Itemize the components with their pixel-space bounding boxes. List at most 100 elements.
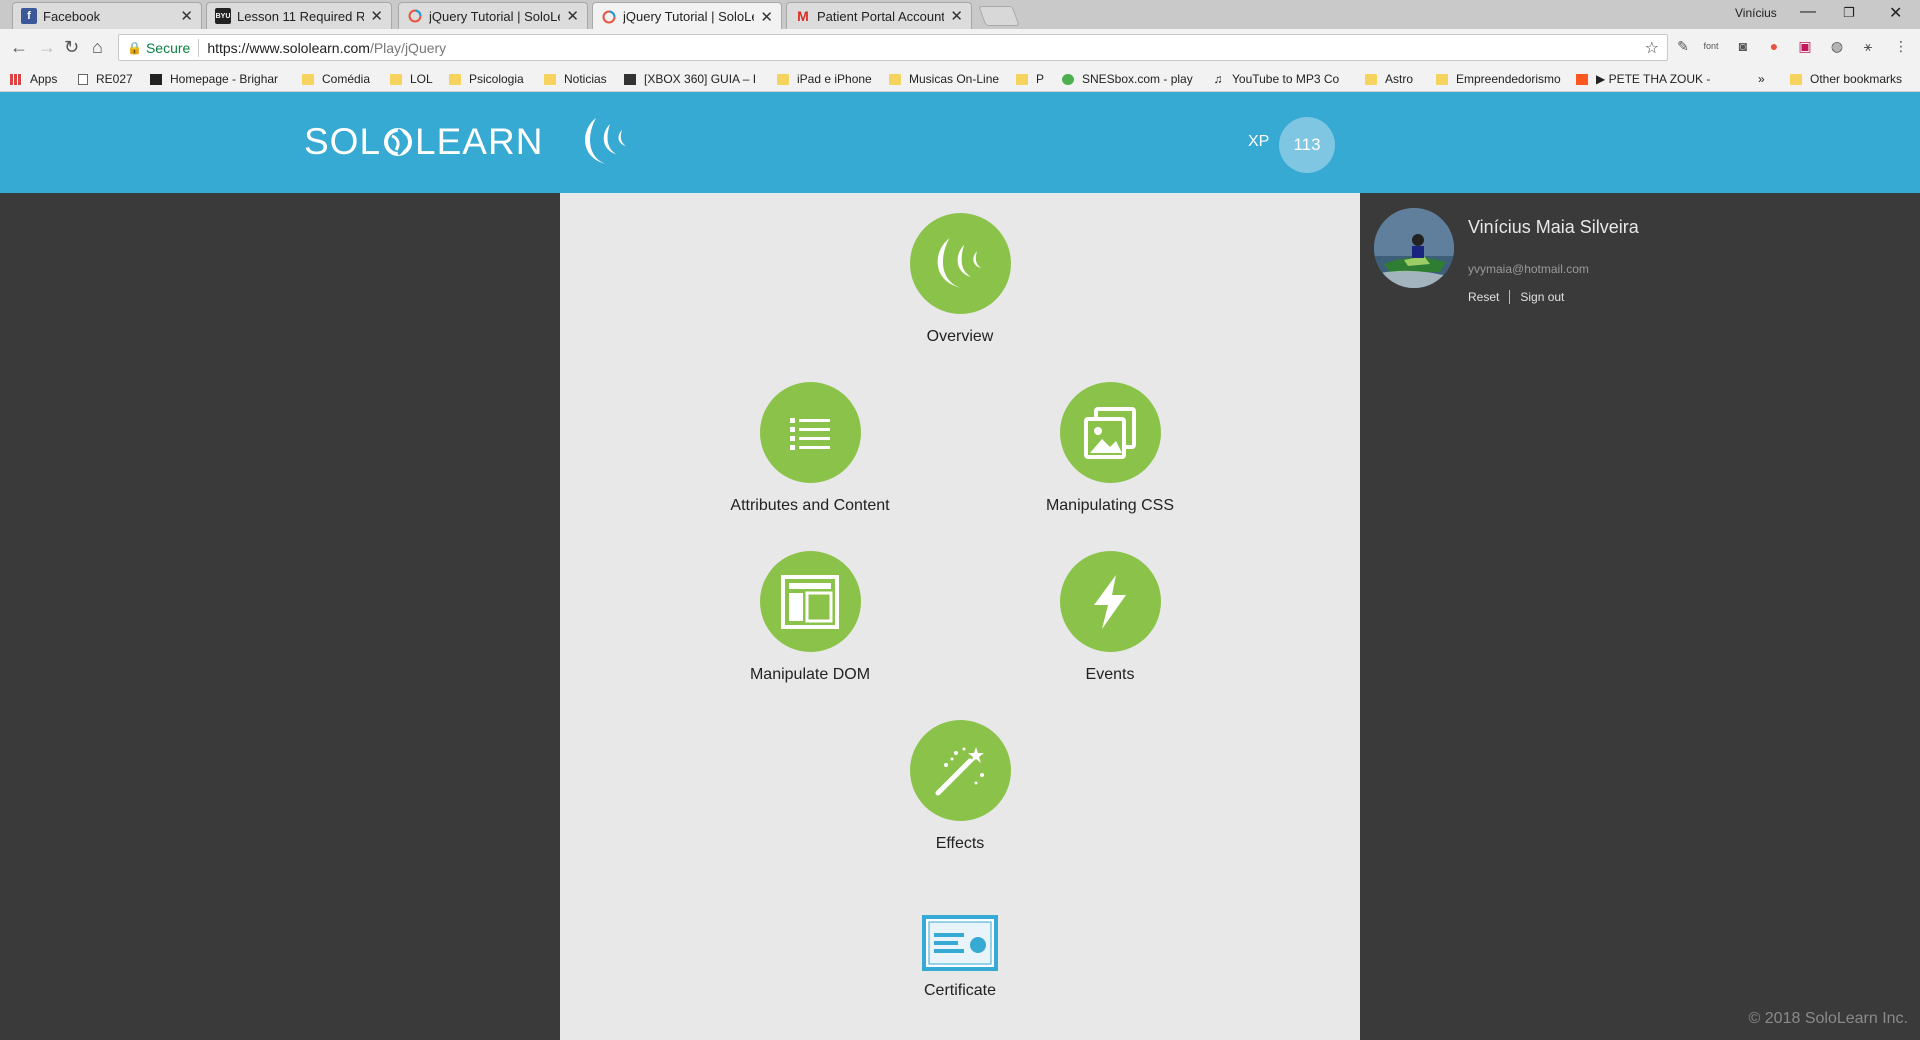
bookmark-folder[interactable]: LOL [390,72,433,86]
bookmark-item[interactable]: [XBOX 360] GUIA – I [624,72,756,86]
sololearn-icon [407,8,423,24]
bookmark-folder[interactable]: Psicologia [449,72,524,86]
bookmark-other[interactable]: Other bookmarks [1790,72,1902,86]
certificate-label: Certificate [923,982,997,999]
back-arrow-icon[interactable]: ← [10,37,28,58]
sololearn-icon [601,9,617,25]
module-icon-circle [1059,382,1161,483]
window-close-icon[interactable]: ✕ [1889,3,1902,23]
module-label: Effects [935,835,985,852]
profile-email: yvymaia@hotmail.com [1468,262,1589,276]
module-icon-circle [759,551,861,652]
module-label: Events [1085,666,1135,683]
address-bar[interactable]: 🔒 Secure https://www.sololearn.com/Play/… [118,34,1668,61]
minimize-icon[interactable]: — [1800,3,1816,21]
profile-name: Vinícius Maia Silveira [1468,217,1639,237]
folder-icon [302,73,314,85]
browser-tab-lesson[interactable]: BYU Lesson 11 Required Read ✕ [206,2,392,29]
bookmark-item[interactable]: ♫ YouTube to MP3 Co [1212,71,1340,86]
new-tab-button[interactable] [978,6,1020,26]
facebook-icon: f [21,8,37,24]
jquery-swirl-icon [937,237,982,287]
browser-tab-jquery-1[interactable]: jQuery Tutorial | SoloLear ✕ [398,2,588,29]
bookmark-star-icon[interactable]: ☆ [1645,38,1659,58]
restore-icon[interactable]: ❐ [1843,5,1855,21]
close-icon[interactable]: ✕ [566,7,579,25]
pocket-extension-icon[interactable]: ▣ [1796,38,1814,56]
xp-label: XP [1248,133,1270,150]
bookmark-folder[interactable]: iPad e iPhone [777,72,872,86]
sign-out-link[interactable]: Sign out [1520,290,1564,304]
close-icon[interactable]: ✕ [180,7,193,25]
reset-link[interactable]: Reset [1468,290,1499,304]
module-label: Manipulating CSS [1045,497,1175,514]
close-icon[interactable]: ✕ [370,7,383,25]
bookmark-item[interactable]: Homepage - Brighar [150,72,278,86]
module-events[interactable]: Events [990,551,1230,684]
module-attributes-content[interactable]: Attributes and Content [690,382,930,515]
xp-badge[interactable]: 113 [1279,117,1335,173]
bookmark-item[interactable]: SNESbox.com - play [1062,72,1193,86]
module-icon-circle [759,382,861,483]
pen-extension-icon[interactable]: ✎ [1674,38,1692,56]
tab-title: Lesson 11 Required Read [237,8,365,24]
module-manipulating-css[interactable]: Manipulating CSS [990,382,1230,515]
bookmark-apps[interactable]: Apps [10,72,57,86]
fire-extension-icon[interactable]: ● [1765,38,1783,56]
bookmarks-bar: Apps RE027 Homepage - Brighar Comédia LO… [0,66,1920,92]
browser-profile-name[interactable]: Vinícius [1735,6,1777,20]
close-icon[interactable]: ✕ [950,7,963,25]
bookmark-item[interactable]: ▶ PETE THA ZOUK - [1576,72,1710,86]
bookmark-folder[interactable]: Astro [1365,72,1413,86]
menu-dots-icon[interactable]: ⋮ [1892,38,1910,56]
folder-icon [449,73,461,85]
sololearn-swirl-icon [384,128,413,156]
module-icon-circle [909,720,1011,821]
folder-icon [777,73,789,85]
home-icon[interactable]: ⌂ [92,37,103,58]
profile-photo [1374,208,1454,288]
certificate-item[interactable]: Certificate [840,913,1080,1000]
certificate-icon [922,915,998,971]
module-effects[interactable]: Effects [840,720,1080,853]
module-overview[interactable]: Overview [840,213,1080,346]
close-icon[interactable]: ✕ [760,8,773,26]
bookmark-item[interactable]: RE027 [78,72,133,86]
music-note-icon: ♫ [1213,71,1223,86]
translate-extension-icon[interactable]: ⚹ [1859,38,1877,56]
divider [1509,290,1511,304]
folder-icon [1365,73,1377,85]
site-header: SOL LEARN XP 113 [0,92,1920,193]
avatar[interactable] [1374,208,1454,288]
xbox-icon [624,73,636,85]
sololearn-logo[interactable]: SOL LEARN [304,121,543,163]
lock-icon: 🔒 [127,40,142,55]
url-text[interactable]: https://www.sololearn.com/Play/jQuery [207,40,446,56]
address-toolbar: ← → ↻ ⌂ 🔒 Secure https://www.sololearn.c… [0,29,1920,66]
folder-icon [889,73,901,85]
camera-extension-icon[interactable]: ◙ [1734,38,1752,56]
folder-icon [1436,73,1448,85]
gallery-icon [1084,406,1136,459]
layout-icon [781,574,839,629]
browser-tab-facebook[interactable]: f Facebook ✕ [12,2,202,29]
reload-icon[interactable]: ↻ [64,37,79,58]
browser-tab-jquery-active[interactable]: jQuery Tutorial | SoloLear ✕ [592,2,782,30]
module-manipulate-dom[interactable]: Manipulate DOM [690,551,930,684]
bookmark-folder[interactable]: P [1016,72,1044,86]
bookmarks-overflow[interactable]: » [1758,72,1765,86]
forward-arrow-icon[interactable]: → [38,37,56,58]
bookmark-folder[interactable]: Musicas On-Line [889,72,999,86]
browser-tab-gmail[interactable]: M Patient Portal Account N ✕ [786,2,972,29]
bookmark-folder[interactable]: Empreendedorismo [1436,72,1561,86]
snes-icon [1062,73,1074,85]
globe-extension-icon[interactable]: ◍ [1828,38,1846,56]
font-extension-icon[interactable]: font [1702,41,1720,59]
jquery-logo-icon [585,118,626,164]
bookmark-folder[interactable]: Comédia [302,72,370,86]
module-label: Attributes and Content [730,497,890,514]
soundcloud-icon [1576,73,1588,85]
bookmark-folder[interactable]: Noticias [544,72,607,86]
tab-title: Facebook [43,8,101,24]
tab-title: Patient Portal Account N [817,8,945,24]
